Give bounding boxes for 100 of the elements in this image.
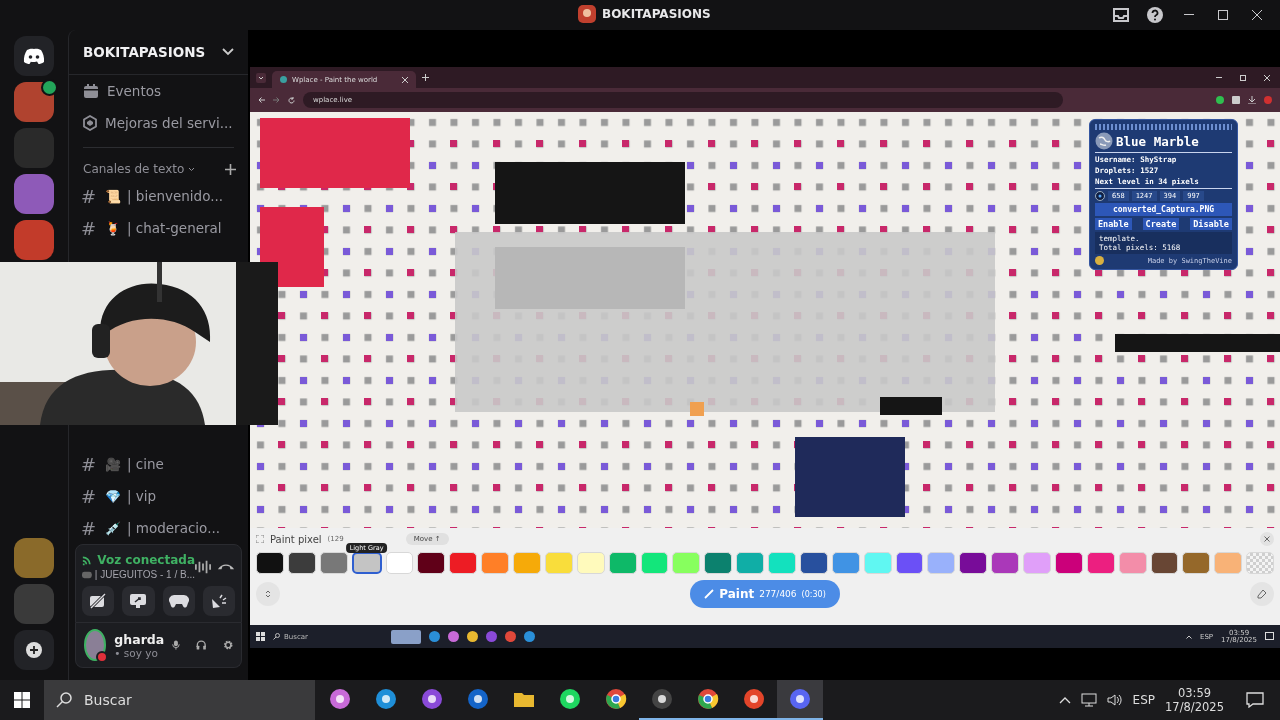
app-icon[interactable]	[448, 631, 459, 642]
soundboard-icon[interactable]	[209, 593, 228, 609]
up-down-icon[interactable]	[265, 589, 271, 599]
channel-name[interactable]: | bienvenido...	[127, 188, 224, 204]
chevron-down-icon[interactable]	[222, 48, 234, 56]
color-swatch[interactable]	[704, 552, 733, 574]
color-swatch[interactable]	[544, 552, 573, 574]
nav-item[interactable]: Mejoras del servi...	[69, 107, 248, 139]
color-swatch[interactable]	[513, 552, 541, 574]
color-swatch[interactable]	[1086, 552, 1115, 574]
status-dot	[96, 651, 109, 663]
signal-icon	[82, 554, 94, 566]
color-swatch[interactable]	[1023, 552, 1051, 574]
profile-icon[interactable]	[1264, 96, 1272, 104]
color-swatch[interactable]	[799, 552, 828, 574]
color-swatch[interactable]	[1246, 552, 1274, 574]
app-icon	[605, 688, 627, 710]
maximize-icon[interactable]	[1240, 74, 1246, 81]
app-icon[interactable]	[505, 631, 516, 642]
close-icon[interactable]	[402, 76, 409, 83]
color-swatch[interactable]	[256, 552, 284, 574]
app-icon[interactable]	[429, 631, 440, 642]
search-field[interactable]: Buscar	[44, 680, 315, 720]
channel-name[interactable]: | vip	[127, 488, 157, 504]
add-server-icon[interactable]	[26, 642, 42, 658]
back-arrow-icon[interactable]	[258, 97, 265, 103]
app-icon	[789, 688, 811, 710]
brush-icon	[704, 589, 715, 599]
app-icon[interactable]	[524, 631, 535, 642]
volume-icon[interactable]	[1106, 693, 1123, 707]
category-label[interactable]: Canales de texto	[83, 162, 185, 176]
server-icon[interactable]	[14, 174, 54, 214]
color-swatch[interactable]	[449, 552, 478, 574]
network-icon[interactable]	[1080, 693, 1097, 707]
voice-channel[interactable]: | JUEGUITOS - 1 / B...	[94, 569, 195, 580]
color-swatch[interactable]	[1214, 552, 1243, 574]
username: gharda	[114, 631, 165, 647]
search-icon	[273, 633, 280, 640]
search-icon	[56, 692, 72, 708]
app-icon[interactable]	[391, 629, 421, 644]
chevron-down-icon[interactable]	[188, 166, 196, 172]
headphones-icon[interactable]	[196, 637, 207, 653]
server-icon[interactable]	[14, 538, 54, 578]
calendar-icon	[83, 83, 99, 99]
color-swatch[interactable]	[1150, 552, 1179, 574]
caret-up-icon[interactable]	[1186, 634, 1192, 639]
emoji: 💉	[105, 520, 121, 536]
color-swatch[interactable]	[417, 552, 446, 574]
discord-logo-icon[interactable]	[14, 36, 54, 76]
notification-icon[interactable]	[1246, 692, 1264, 708]
reload-icon[interactable]	[288, 96, 295, 104]
clock[interactable]: 03:59 17/8/2025	[1165, 686, 1224, 714]
color-swatch[interactable]	[736, 552, 764, 574]
color-swatch[interactable]	[1054, 552, 1083, 574]
color-swatch[interactable]	[385, 552, 414, 574]
channel-name[interactable]: | moderacio...	[127, 520, 221, 536]
hang-up-icon[interactable]	[217, 562, 235, 571]
close-icon[interactable]	[1264, 74, 1270, 81]
server-name[interactable]: BOKITAPASIONS	[83, 44, 206, 60]
channel-name[interactable]: | cine	[127, 456, 164, 472]
notification-icon[interactable]	[1265, 632, 1274, 641]
plus-icon[interactable]	[225, 163, 236, 175]
screen-share-icon[interactable]	[129, 593, 148, 609]
server-icon[interactable]	[14, 82, 54, 122]
color-swatch[interactable]	[608, 552, 637, 574]
windows-logo-icon[interactable]	[256, 632, 265, 641]
app-icon	[697, 688, 719, 710]
color-swatch[interactable]	[1182, 552, 1211, 574]
color-swatch[interactable]	[863, 552, 892, 574]
color-swatch[interactable]	[481, 552, 509, 574]
color-swatch[interactable]	[672, 552, 701, 574]
server-icon[interactable]	[14, 220, 54, 260]
color-swatch[interactable]	[959, 552, 988, 574]
forward-arrow-icon[interactable]	[273, 97, 280, 103]
taskbar-app[interactable]	[777, 680, 823, 720]
eraser-icon[interactable]	[1257, 589, 1267, 599]
color-swatch[interactable]	[576, 552, 605, 574]
color-swatch[interactable]	[991, 552, 1019, 574]
voice-status: Voz conectada	[97, 553, 195, 567]
color-swatch[interactable]	[319, 552, 348, 574]
waveform-icon[interactable]	[195, 558, 211, 575]
app-icon[interactable]	[467, 631, 478, 642]
avatar[interactable]	[84, 629, 107, 661]
color-swatch[interactable]	[927, 552, 956, 574]
close-icon[interactable]	[1260, 532, 1274, 546]
camera-off-icon[interactable]	[89, 593, 108, 609]
server-icon	[578, 5, 596, 23]
color-swatch[interactable]	[640, 552, 669, 574]
plus-icon[interactable]	[422, 74, 430, 81]
nav-item[interactable]: Eventos	[69, 75, 248, 107]
color-swatch[interactable]	[831, 552, 860, 574]
color-swatch[interactable]	[768, 552, 796, 574]
tab-list-icon[interactable]	[256, 72, 266, 83]
caret-up-icon[interactable]	[1058, 696, 1071, 704]
language-indicator[interactable]: ESP	[1132, 693, 1156, 707]
color-swatch[interactable]	[287, 552, 316, 574]
color-swatch[interactable]	[895, 552, 924, 574]
channel-name[interactable]: | chat-general	[127, 220, 222, 236]
download-icon[interactable]	[1248, 96, 1256, 104]
color-swatch[interactable]	[1118, 552, 1147, 574]
